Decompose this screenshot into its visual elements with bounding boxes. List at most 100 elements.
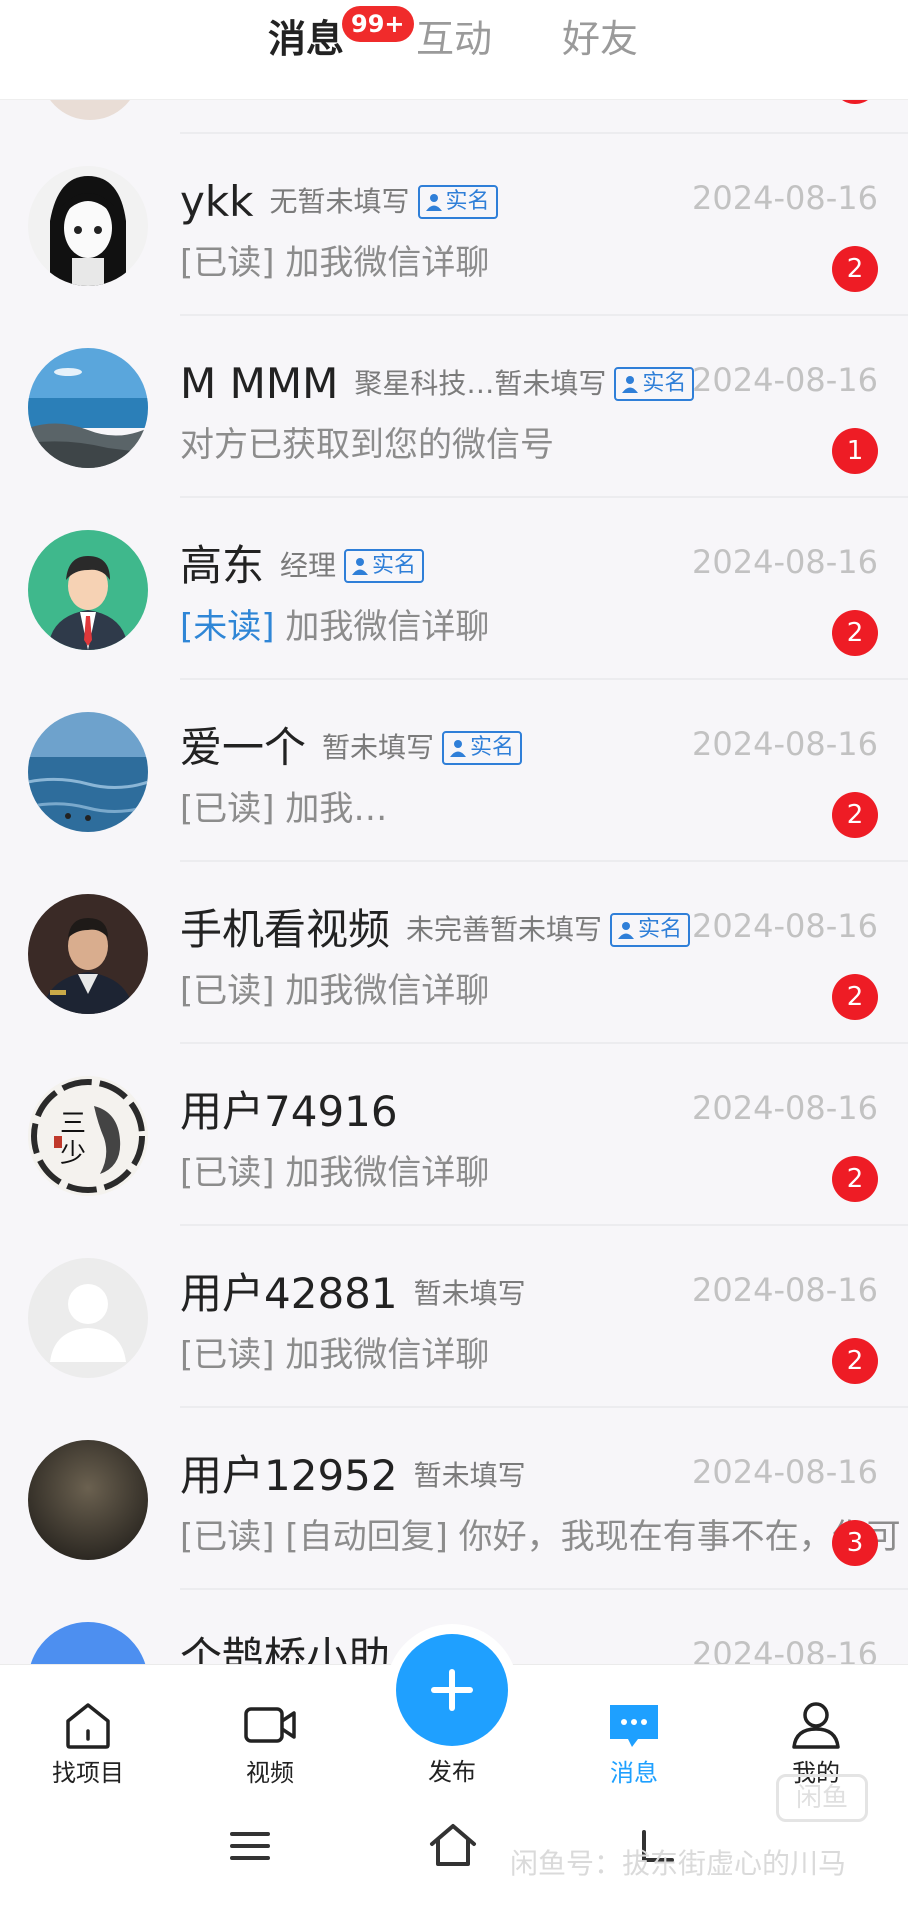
list-item[interactable]: ykk 无暂未填写 实名 2024-08-16 [已读] 加我微信详聊 2 — [0, 134, 908, 316]
avatar — [28, 348, 148, 468]
contact-subtitle: 无暂未填写 — [269, 185, 410, 218]
verified-badge: 实名 — [417, 185, 498, 219]
contact-subtitle: 未完善暂未填写 — [406, 913, 603, 946]
svg-text:少: 少 — [60, 1139, 86, 1169]
message-preview: [已读] 加我微信详聊 — [180, 238, 798, 288]
name-line: 用户74916 — [180, 1084, 694, 1140]
ocean-avatar-icon — [28, 712, 148, 832]
avatar — [28, 166, 148, 286]
message-date: 2024-08-16 — [692, 1089, 878, 1127]
avatar — [28, 1258, 148, 1378]
avatar — [28, 530, 148, 650]
message-preview: [已读] [自动回复] 你好，我现在有事不在，你可 — [180, 1512, 908, 1562]
message-text: 加我微信详聊 — [285, 1153, 490, 1193]
person-icon — [450, 740, 467, 757]
name-line: ykk 无暂未填写 实名 — [180, 174, 694, 230]
avatar — [28, 1440, 148, 1560]
nav-label: 视频 — [246, 1759, 294, 1787]
name-line: 用户12952 暂未填写 — [180, 1448, 694, 1504]
name-line: 高东 经理 实名 — [180, 538, 694, 594]
read-status: [已读] — [180, 971, 275, 1011]
list-item[interactable]: M MMM 聚星科技…暂未填写 实名 2024-08-16 对方已获取到您的微信… — [0, 316, 908, 498]
contact-name: ykk — [180, 177, 254, 226]
avatar — [28, 894, 148, 1014]
home-icon — [66, 1703, 110, 1749]
unread-badge: 2 — [832, 610, 878, 656]
publish-label: 发布 — [428, 1758, 476, 1786]
list-item[interactable]: 手机看视频 未完善暂未填写 实名 2024-08-16 [已读] 加我微信详聊 … — [0, 862, 908, 1044]
watermark-text: 闲鱼号：拔东街虚心的川马 — [510, 1847, 847, 1880]
read-status: [已读] — [180, 1517, 275, 1557]
tab-messages[interactable]: 消息 — [268, 14, 344, 64]
uniform-man-avatar-icon — [28, 894, 148, 1014]
message-date: 2024-08-16 — [692, 543, 878, 581]
list-item[interactable]: 高东 经理 实名 2024-08-16 [未读] 加我微信详聊 2 — [0, 498, 908, 680]
menu-icon[interactable] — [228, 1824, 272, 1868]
contact-subtitle: 暂未填写 — [322, 731, 435, 764]
list-item[interactable]: 用户12952 暂未填写 2024-08-16 [已读] [自动回复] 你好，我… — [0, 1408, 908, 1590]
publish-button[interactable] — [396, 1634, 508, 1746]
avatar: 三 少 — [28, 1076, 148, 1196]
contact-name: 爱一个 — [180, 723, 307, 772]
message-icon — [610, 1705, 658, 1747]
nav-find-projects[interactable]: 找项目 — [18, 1665, 158, 1801]
person-icon — [622, 376, 639, 393]
contact-subtitle: 经理 — [280, 549, 337, 582]
person-icon — [618, 922, 635, 939]
contact-name: 用户12952 — [180, 1451, 398, 1500]
contact-name: 手机看视频 — [180, 905, 391, 954]
unread-badge: 3 — [832, 1520, 878, 1566]
messages-count-badge: 99+ — [342, 6, 414, 42]
blue-avatar-icon — [28, 1622, 148, 1664]
message-preview: 对方已获取到您的微信号 — [180, 420, 798, 470]
list-item[interactable]: 爱一个 暂未填写 实名 2024-08-16 [已读] 加我… 2 — [0, 680, 908, 862]
nav-label: 消息 — [610, 1759, 658, 1787]
message-date: 2024-08-16 — [692, 1453, 878, 1491]
unread-badge: 2 — [832, 246, 878, 292]
message-preview: [已读] 加我微信详聊 — [180, 966, 798, 1016]
tab-friends[interactable]: 好友 — [562, 14, 638, 64]
verified-badge: 实名 — [614, 367, 695, 401]
avatar — [28, 712, 148, 832]
unread-badge: 1 — [832, 428, 878, 474]
home-button-icon[interactable] — [428, 1822, 478, 1870]
nav-label: 找项目 — [52, 1759, 124, 1787]
contact-name: 个鹊桥小助 — [180, 1633, 391, 1664]
read-status: [未读] — [180, 607, 275, 647]
tab-interactions[interactable]: 互动 — [416, 14, 492, 64]
person-icon — [425, 194, 442, 211]
person-icon — [352, 558, 369, 575]
read-status: [已读] — [180, 1153, 275, 1193]
message-date: 2024-08-16 — [692, 1635, 878, 1664]
businessman-avatar-icon — [28, 530, 148, 650]
unread-badge: 2 — [832, 792, 878, 838]
contact-name: M MMM — [180, 359, 339, 408]
name-line: 用户42881 暂未填写 — [180, 1266, 694, 1322]
user-icon — [792, 1702, 840, 1749]
message-text: 对方已获取到您的微信号 — [180, 425, 554, 465]
list-item[interactable]: 三 少 用户74916 2024-08-16 [已读] 加我微信详聊 2 — [0, 1044, 908, 1226]
read-status: [已读] — [180, 789, 275, 829]
top-tabs: 消息 99+ 互动 好友 — [0, 0, 908, 100]
read-status: [已读] — [180, 1335, 275, 1375]
video-icon — [244, 1707, 296, 1743]
nav-messages[interactable]: 消息 — [564, 1665, 704, 1801]
message-date: 2024-08-16 — [692, 725, 878, 763]
message-text: 加我微信详聊 — [285, 971, 490, 1011]
message-preview: [已读] 加我… — [180, 784, 798, 834]
message-text: 加我… — [285, 789, 388, 829]
conversation-list[interactable]: ykk 无暂未填写 实名 2024-08-16 [已读] 加我微信详聊 2 M … — [0, 0, 908, 1664]
anime-girl-avatar-icon — [28, 166, 148, 286]
contact-name: 用户42881 — [180, 1269, 398, 1318]
message-preview: [未读] 加我微信详聊 — [180, 602, 798, 652]
nav-video[interactable]: 视频 — [200, 1665, 340, 1801]
contact-name: 用户74916 — [180, 1087, 398, 1136]
plus-icon — [431, 1669, 473, 1711]
tiger-ink-avatar-icon: 三 少 — [28, 1076, 148, 1196]
read-status: [已读] — [180, 243, 275, 283]
contact-subtitle: 暂未填写 — [413, 1459, 526, 1492]
message-date: 2024-08-16 — [692, 179, 878, 217]
watermark-logo: 闲鱼 — [776, 1774, 868, 1822]
svg-text:三: 三 — [60, 1109, 86, 1139]
list-item[interactable]: 用户42881 暂未填写 2024-08-16 [已读] 加我微信详聊 2 — [0, 1226, 908, 1408]
